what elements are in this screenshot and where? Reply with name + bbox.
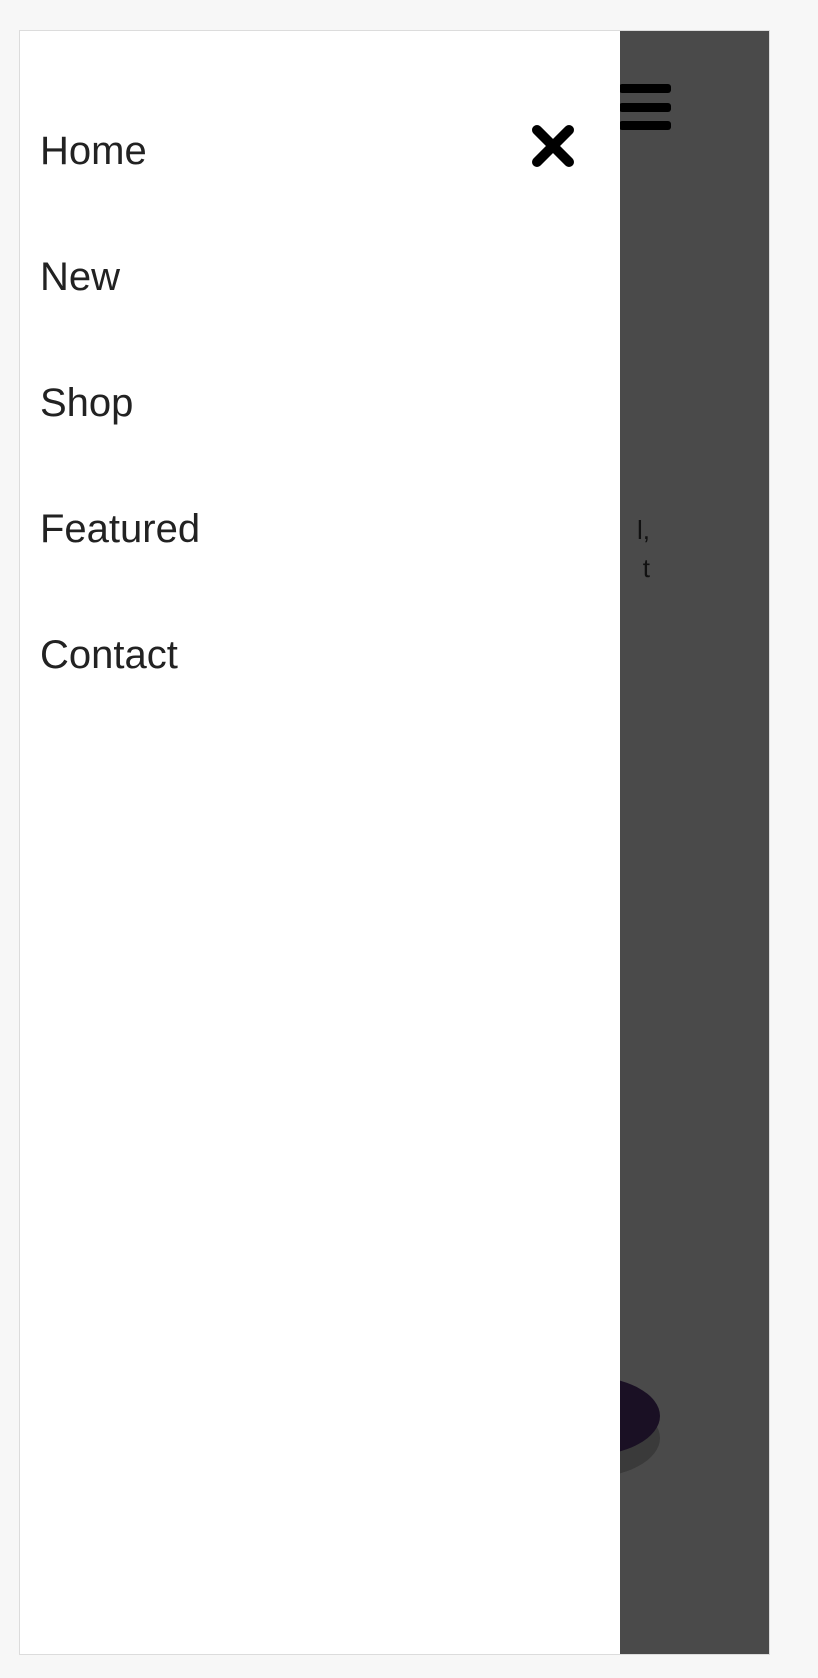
close-icon-svg: [532, 125, 574, 167]
hamburger-bar: [619, 102, 671, 112]
hamburger-menu-icon[interactable]: [619, 84, 671, 130]
nav-item-featured[interactable]: Featured: [40, 499, 200, 625]
nav-item-shop[interactable]: Shop: [40, 373, 200, 499]
nav-item-contact[interactable]: Contact: [40, 625, 200, 751]
close-icon[interactable]: [530, 123, 576, 169]
nav-menu: Home New Shop Featured Contact: [40, 121, 200, 751]
app-frame: l, t Home New Shop Featured Contact: [19, 30, 770, 1655]
hamburger-bar: [619, 84, 671, 93]
nav-drawer: Home New Shop Featured Contact: [20, 31, 620, 1654]
nav-item-home[interactable]: Home: [40, 121, 200, 247]
hamburger-bar: [619, 121, 671, 130]
nav-item-new[interactable]: New: [40, 247, 200, 373]
